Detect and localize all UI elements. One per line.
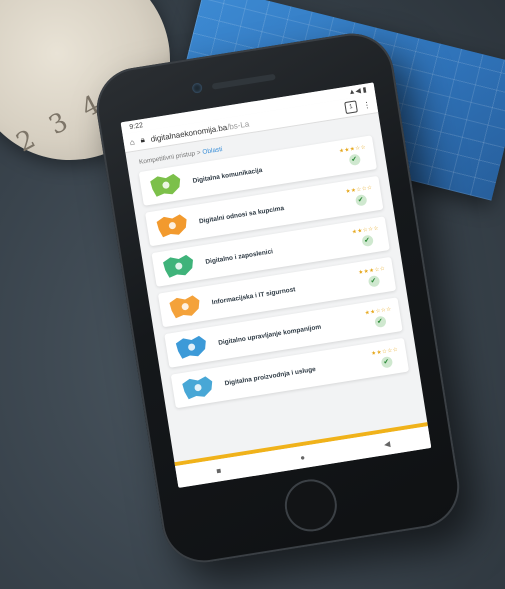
area-card-label: Digitalno i zaposlenici (204, 247, 274, 266)
area-card-status: ★★☆☆☆ ✔ (371, 346, 400, 369)
front-camera (191, 82, 203, 94)
star-rating: ★★★☆☆ (338, 143, 367, 155)
area-map-icon (182, 376, 213, 400)
phone-screen: 9:22 ▲◀ ▮ ⌂ 🔒︎ digitalnaekonomija.ba/bs-… (120, 82, 432, 488)
area-card-label: Informacijska i IT sigurnost (211, 285, 296, 306)
star-rating: ★★★☆☆ (357, 265, 386, 276)
check-icon: ✔ (380, 355, 393, 369)
tab-switcher-button[interactable]: 1 (344, 100, 358, 115)
breadcrumb-separator: > (196, 149, 202, 157)
area-card-list: Digitalna komunikacija ★★★☆☆ ✔ Digitalni od… (129, 134, 419, 410)
area-card-status: ★★☆☆☆ ✔ (345, 184, 375, 207)
home-button[interactable] (281, 475, 341, 536)
home-icon[interactable]: ⌂ (129, 137, 135, 147)
back-icon[interactable]: ◀ (383, 439, 390, 449)
area-card-status: ★★★☆☆ ✔ (339, 144, 368, 167)
browser-menu-icon[interactable]: ⋮ (362, 100, 371, 110)
area-card-status: ★★☆☆☆ ✔ (352, 225, 381, 248)
recents-icon[interactable]: ■ (216, 466, 222, 476)
check-icon: ✔ (347, 153, 361, 166)
star-rating: ★★☆☆☆ (345, 184, 373, 195)
check-icon: ✔ (354, 193, 367, 207)
area-map-icon (163, 254, 193, 278)
earpiece-speaker (211, 73, 276, 90)
area-card-status: ★★★☆☆ ✔ (357, 265, 388, 288)
area-card-status: ★★☆☆☆ ✔ (364, 305, 394, 329)
area-card-label: Digitalni odnosi sa kupcima (198, 204, 285, 225)
area-map-icon (150, 173, 181, 197)
check-icon: ✔ (360, 234, 374, 247)
area-map-icon (169, 295, 200, 319)
breadcrumb-current: Oblasti (201, 145, 224, 156)
star-rating: ★★☆☆☆ (351, 224, 380, 236)
star-rating: ★★☆☆☆ (364, 305, 393, 317)
area-card-label: Digitalna proizvodnja i usluge (224, 365, 317, 387)
nav-home-icon[interactable]: ● (299, 452, 305, 462)
star-rating: ★★☆☆☆ (370, 346, 399, 357)
status-time: 9:22 (128, 121, 144, 131)
area-card-label: Digitalno upravljanje kompanijom (217, 323, 322, 347)
area-map-icon (156, 214, 187, 238)
lock-icon: 🔒︎ (139, 134, 146, 145)
check-icon: ✔ (367, 274, 380, 288)
check-icon: ✔ (373, 315, 387, 328)
status-icons: ▲◀ ▮ (348, 86, 368, 97)
url-path: /bs-La (226, 118, 250, 132)
area-map-icon (175, 335, 206, 359)
